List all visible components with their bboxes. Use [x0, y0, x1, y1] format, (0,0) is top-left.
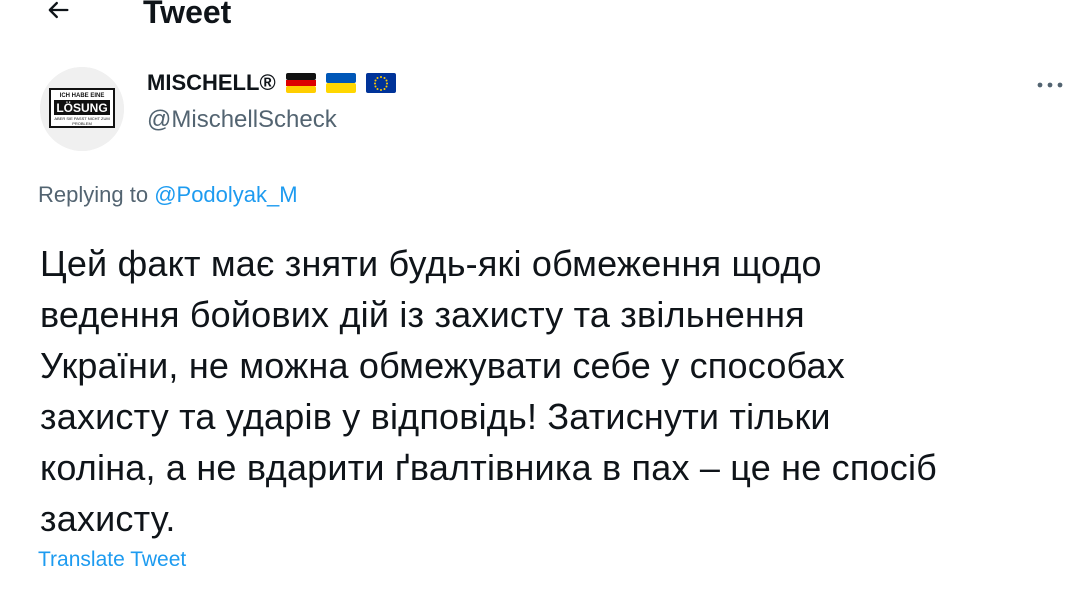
arrow-left-icon — [48, 1, 69, 19]
replying-to-prefix: Replying to — [38, 182, 155, 207]
svg-text:LÖSUNG: LÖSUNG — [56, 100, 107, 115]
translate-tweet-link[interactable]: Translate Tweet — [38, 548, 186, 572]
more-options-button[interactable] — [1030, 70, 1070, 100]
more-dots-icon — [1037, 82, 1063, 88]
author-name[interactable]: MISCHELL® — [147, 70, 396, 96]
page-title: Tweet — [143, 0, 232, 30]
tweet-header: Tweet — [0, 0, 1089, 40]
eu-flag-icon — [365, 73, 396, 93]
svg-text:ICH HABE EINE: ICH HABE EINE — [60, 93, 105, 99]
back-button[interactable] — [36, 0, 80, 30]
avatar[interactable]: ICH HABE EINE LÖSUNG ABER SIE PASST NICH… — [40, 67, 124, 151]
author-handle[interactable]: @MischellScheck — [147, 106, 337, 134]
svg-text:PROBLEM: PROBLEM — [72, 121, 92, 126]
avatar-logo: ICH HABE EINE LÖSUNG ABER SIE PASST NICH… — [40, 67, 124, 151]
replying-to-link[interactable]: @Podolyak_M — [154, 182, 297, 207]
replying-to: Replying to @Podolyak_M — [38, 182, 298, 208]
germany-flag-icon — [285, 73, 316, 93]
tweet-text: Цей факт має зняти будь-які обмеження що… — [40, 243, 937, 539]
ukraine-flag-icon — [325, 73, 356, 93]
author-name-text: MISCHELL® — [147, 70, 276, 95]
